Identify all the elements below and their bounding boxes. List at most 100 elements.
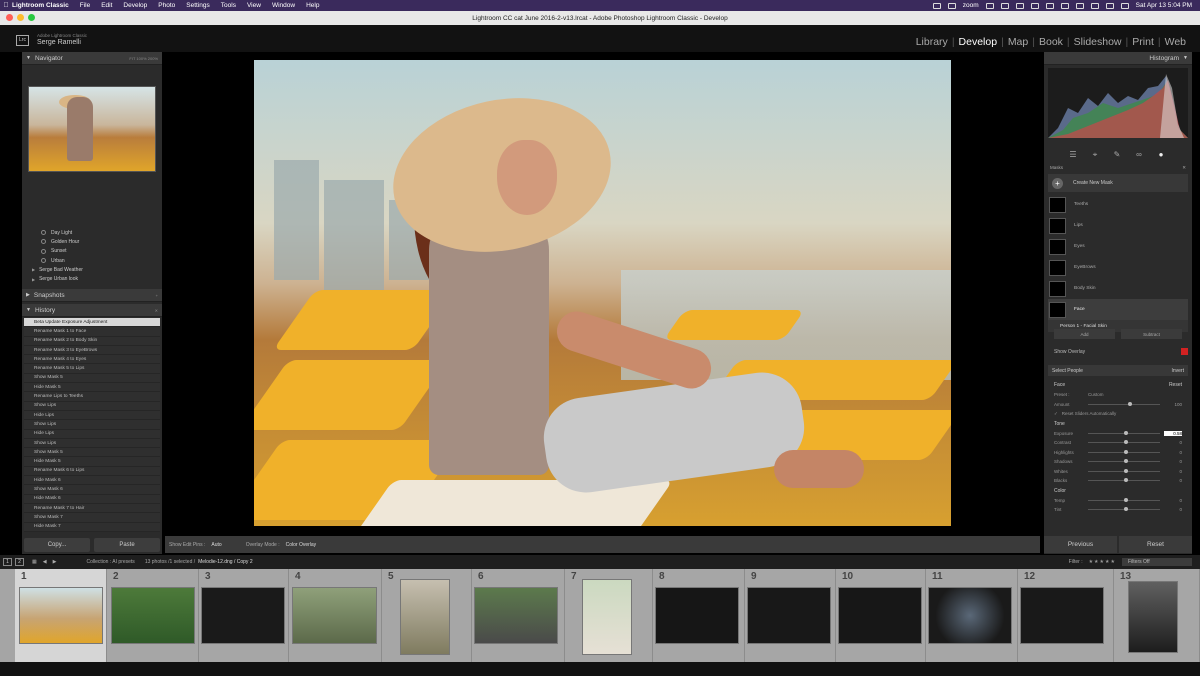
filmstrip-thumbnail[interactable]	[111, 587, 195, 644]
mask-item[interactable]: EyeBrows	[1048, 257, 1188, 278]
filmstrip-cell[interactable]: 3	[199, 569, 289, 662]
history-item[interactable]: Rename Mask 2 to Body Skin	[24, 336, 160, 346]
grid-icon[interactable]: ▦	[32, 559, 37, 565]
filmstrip-thumbnail[interactable]	[747, 587, 831, 644]
module-slideshow[interactable]: Slideshow	[1072, 36, 1124, 48]
preset-item[interactable]: Urban	[22, 256, 162, 265]
paste-button[interactable]: Paste	[94, 538, 160, 552]
menu-settings[interactable]: Settings	[186, 2, 210, 9]
menu-view[interactable]: View	[247, 2, 261, 9]
preset-item[interactable]: Sunset	[22, 247, 162, 256]
show-overlay-checkbox[interactable]: Show Overlay	[1054, 349, 1085, 355]
status-icon[interactable]	[1045, 2, 1054, 9]
menu-window[interactable]: Window	[272, 2, 295, 9]
slider-knob[interactable]	[1124, 507, 1128, 512]
checkbox-icon[interactable]: ✓	[1054, 411, 1058, 417]
tone-section-header[interactable]: Tone	[1048, 419, 1188, 429]
slider-track[interactable]	[1088, 478, 1160, 483]
develop-photo[interactable]	[254, 60, 951, 526]
minimize-window-icon[interactable]	[17, 14, 24, 21]
menu-file[interactable]: File	[80, 2, 90, 9]
slider-value[interactable]: 0	[1164, 469, 1182, 474]
masking-icon[interactable]: ●	[1156, 150, 1166, 160]
filmstrip-cell[interactable]: 4	[289, 569, 382, 662]
mask-item[interactable]: Teeths	[1048, 194, 1188, 215]
history-item[interactable]: Rename Mask 4 to Eyes	[24, 355, 160, 365]
filmstrip-cell[interactable]: 2	[107, 569, 199, 662]
history-item[interactable]: Rename Mask 1 to Face	[24, 327, 160, 337]
status-icon[interactable]	[947, 2, 956, 9]
filmstrip-thumbnail[interactable]	[292, 587, 377, 644]
menu-edit[interactable]: Edit	[101, 2, 112, 9]
slider-track[interactable]	[1088, 440, 1160, 445]
mask-item[interactable]: Eyes	[1048, 236, 1188, 257]
slider-value[interactable]: 0.58	[1164, 430, 1182, 436]
add-snapshot-icon[interactable]: +	[156, 293, 158, 298]
slider-value[interactable]: 0	[1164, 507, 1182, 512]
filmstrip-cell[interactable]: 9	[745, 569, 836, 662]
histogram[interactable]	[1048, 68, 1188, 138]
filmstrip-thumbnail[interactable]	[1128, 581, 1178, 653]
history-item[interactable]: Show Mask 5	[24, 448, 160, 458]
menu-tools[interactable]: Tools	[221, 2, 236, 9]
history-item[interactable]: Rename Mask 5 to Lips	[24, 364, 160, 374]
slider-track[interactable]	[1088, 468, 1160, 473]
slider-track[interactable]	[1088, 459, 1160, 464]
close-window-icon[interactable]	[6, 14, 13, 21]
module-library[interactable]: Library	[914, 36, 950, 48]
filmstrip-cell[interactable]: 7	[565, 569, 653, 662]
show-edit-pins-select[interactable]: Auto	[211, 542, 221, 548]
invert-checkbox[interactable]: Invert	[1171, 368, 1184, 374]
histogram-header[interactable]: Histogram ▼	[1044, 52, 1192, 65]
filmstrip-cell[interactable]: 6	[472, 569, 565, 662]
reset-button[interactable]: Reset	[1119, 536, 1192, 553]
slider-knob[interactable]	[1124, 440, 1128, 445]
filmstrip-cell[interactable]: 8	[653, 569, 745, 662]
filmstrip-cell[interactable]: 10	[836, 569, 926, 662]
history-header[interactable]: ▼ History ✕	[22, 304, 162, 317]
history-item[interactable]: Hide Mask 5	[24, 383, 160, 393]
preset-select[interactable]: Custom	[1088, 392, 1104, 397]
preset-item[interactable]: Golden Hour	[22, 237, 162, 246]
history-item[interactable]: Show Lips	[24, 401, 160, 411]
status-icon[interactable]	[1000, 2, 1009, 9]
close-masks-icon[interactable]: ✕	[1182, 165, 1186, 173]
selected-filename[interactable]: Melodie-12.dng / Copy 2	[198, 559, 252, 565]
history-item[interactable]: Hide Mask 7	[24, 522, 160, 532]
status-icon[interactable]	[1030, 2, 1039, 9]
preset-folder[interactable]: ▶ Serge Urban look	[22, 274, 162, 283]
amount-value[interactable]: 100	[1164, 402, 1182, 407]
page-2-button[interactable]: 2	[15, 558, 24, 566]
history-item[interactable]: Rename Mask 7 to Hair	[24, 503, 160, 514]
slider-value[interactable]: 0	[1164, 459, 1182, 464]
filmstrip-cell[interactable]: 1	[15, 569, 107, 662]
color-section-header[interactable]: Color	[1048, 486, 1188, 496]
module-develop[interactable]: Develop	[957, 36, 1000, 48]
zoom-status[interactable]: zoom	[963, 2, 979, 9]
slider-track[interactable]	[1088, 430, 1160, 435]
edit-sliders-icon[interactable]: ☰	[1068, 150, 1078, 160]
reset-sliders-checkbox[interactable]: Reset Sliders Automatically	[1062, 411, 1117, 416]
main-image-area[interactable]	[165, 52, 1040, 535]
history-item[interactable]: Hide Lips	[24, 410, 160, 421]
filmstrip-thumbnail[interactable]	[928, 587, 1012, 644]
history-item[interactable]: Show Mask 6	[24, 485, 160, 495]
module-map[interactable]: Map	[1006, 36, 1030, 48]
amount-slider[interactable]	[1088, 401, 1160, 406]
page-1-button[interactable]: 1	[3, 558, 12, 566]
slider-value[interactable]: 0	[1164, 478, 1182, 483]
preset-folder[interactable]: ▶ Serge Bad Weather	[22, 265, 162, 274]
snapshots-header[interactable]: ▶ Snapshots +	[22, 289, 162, 302]
overlay-color-swatch[interactable]	[1181, 348, 1188, 355]
mask-item[interactable]: Face	[1048, 299, 1188, 320]
status-icon[interactable]	[1060, 2, 1069, 9]
red-eye-icon[interactable]: ∞	[1134, 150, 1144, 160]
filters-off-select[interactable]: Filters Off	[1122, 558, 1192, 566]
zoom-window-icon[interactable]	[28, 14, 35, 21]
slider-track[interactable]	[1088, 497, 1160, 502]
history-item[interactable]: Hide Mask 6	[24, 494, 160, 504]
mask-item[interactable]: Lips	[1048, 215, 1188, 236]
add-mask-button[interactable]: Add	[1054, 329, 1115, 339]
history-item[interactable]: Rename Mask 6 to Lips	[24, 466, 160, 477]
history-item[interactable]: Rename Lips to Teeths	[24, 392, 160, 402]
